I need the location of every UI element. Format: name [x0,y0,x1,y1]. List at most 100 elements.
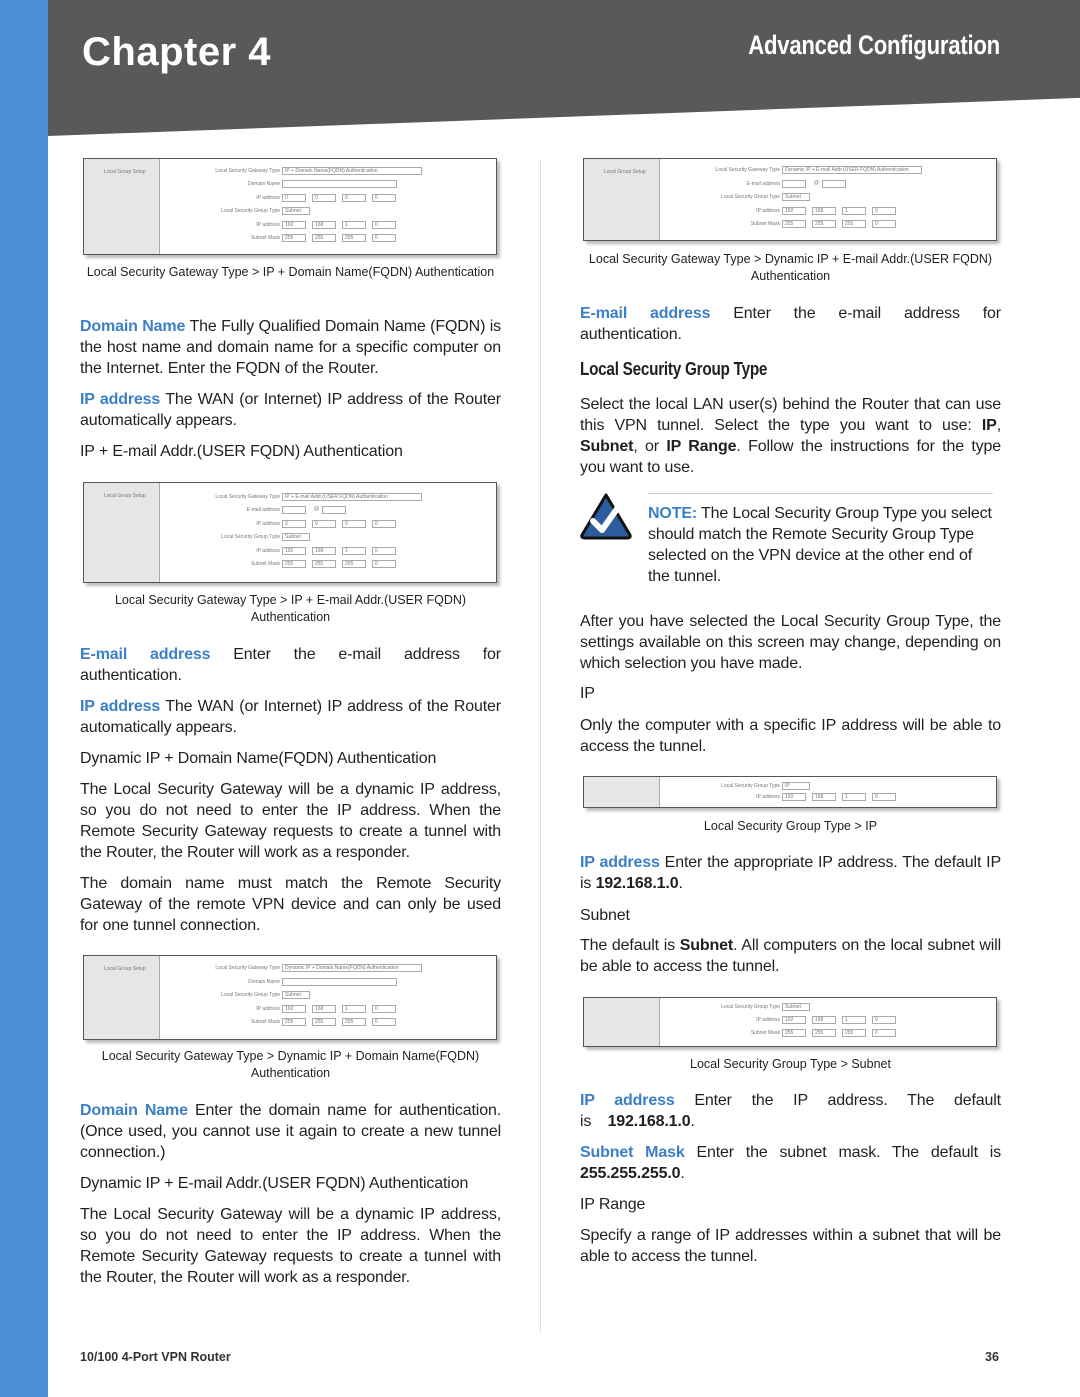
input-field: @ [312,506,320,514]
input-field: 0 [282,519,306,528]
field-label: Subnet Mask [250,1019,280,1026]
screenshot-dynamic-domain-name: Local Group Setup Local Security Gateway … [83,955,497,1040]
paragraph: The Local Security Gateway will be a dyn… [80,1206,501,1286]
input-field: Subnet [782,1002,810,1011]
text: . [680,1165,685,1182]
input-field: 0 [372,234,396,242]
input-field: IP [782,781,810,790]
input-field: 255 [782,220,806,229]
field-label: Domain Name [248,978,280,985]
select-field: IP + Domain Name(FQDN) Authentication [282,166,422,175]
input-field: Subnet [282,991,310,1000]
input-field: 255 [282,1018,306,1027]
text: . [678,875,683,892]
input-field: 1 [842,1015,866,1024]
note-divider [648,493,993,494]
field-label: Subnet Mask [750,221,780,228]
term: IP address [580,1092,675,1109]
paragraph-subnet-mask: Subnet Mask Enter the subnet mask. The d… [580,1142,1001,1184]
input-field: 255 [312,234,336,242]
text: , [996,417,1001,434]
screenshot-form-row: Local Security Gateway Type Dynamic IP + … [162,964,496,973]
input-field: 0 [872,1015,896,1024]
field-label: Local Security Group Type [221,992,280,999]
paragraph-ip-address: IP address Enter the IP address. The def… [580,1090,1001,1132]
input-field: 255 [842,220,866,229]
input-field: 0 [312,519,336,528]
term: Domain Name [80,1102,188,1119]
field-label: IP address [256,547,280,554]
term: IP address [80,698,161,715]
input-field: 0 [372,220,396,229]
text: Select the local LAN user(s) behind the … [580,396,1001,434]
input-field: 192 [782,206,806,215]
checkmark-icon [580,493,632,540]
input-field: 192 [782,1015,806,1024]
field-label: Local Security Group Type [721,782,780,789]
input-field: 0 [372,1018,396,1027]
input-field: 255 [312,1018,336,1027]
paragraph-domain-name: Domain Name Enter the domain name for au… [80,1100,501,1163]
input-field: 255 [812,1029,836,1038]
paragraph-ip-address: IP address The WAN (or Internet) IP addr… [80,389,501,431]
screenshot-form-row: Subnet Mask 255 255 255 0 [662,1029,996,1038]
field-label: Local Security Group Type [221,208,280,214]
input-field: 192 [282,1004,306,1013]
field-label: IP address [756,207,780,214]
input-field: @ [812,179,820,188]
field-label: Local Security Gateway Type [215,493,280,500]
input-field [782,179,806,188]
screenshot-form-row: IP address 192 168 1 0 [662,206,996,215]
input-field: 1 [342,546,366,555]
screenshot-form-row: Local Security Gateway Type IP + E-mail A… [162,492,496,501]
subheading: Dynamic IP + Domain Name(FQDN) Authentic… [80,750,437,767]
subheading: Subnet [580,907,630,924]
default-value: 255.255.255.0 [580,1165,681,1182]
default-value: 192.168.1.0 [607,1113,691,1130]
input-field: 255 [342,560,366,568]
term: IP address [80,391,161,408]
input-field: 0 [342,519,366,528]
screenshot-dynamic-email: Local Group Setup Local Security Gateway … [583,158,997,241]
input-field: 192 [282,546,306,555]
paragraph-ip-address: IP address The WAN (or Internet) IP addr… [80,696,501,738]
input-field: 0 [372,193,396,202]
paragraph: The default is Subnet. All computers on … [580,935,1001,977]
caption: Local Security Group Type > Subnet [690,1057,891,1071]
field-label: IP address [256,520,280,527]
screenshot-form-row: IP address 0 0 0 0 [162,519,496,528]
screenshot-sidebar: Local Group Setup [84,483,160,582]
field-label: IP address [256,221,280,228]
footer-product: 10/100 4-Port VPN Router [80,1350,231,1364]
screenshot-form-row: Local Security Group Type Subnet [662,1002,996,1011]
input-field: 168 [812,1015,836,1024]
field-label: Subnet Mask [750,1030,780,1037]
input-field: Subnet [282,207,310,215]
screenshot-group-ip: Local Security Group Type IP IP address 192… [583,776,997,808]
input-field [282,506,306,514]
field-label: IP address [756,793,780,800]
term: E-mail address [80,646,211,663]
input-field: 1 [342,220,366,229]
field-label: Local Security Gateway Type [215,167,280,174]
term: E-mail address [580,305,711,322]
input-field [282,180,397,188]
input-field [822,179,846,188]
input-field: 0 [342,193,366,202]
text: . [690,1113,695,1130]
screenshot-form-row: Domain Name [162,180,496,189]
subheading: IP Range [580,1196,646,1213]
input-field: 0 [282,193,306,202]
input-field: Subnet [282,533,310,541]
field-label: E-mail address [246,507,280,513]
screenshot-form-row: Domain Name [162,977,496,986]
input-field: 1 [842,792,866,801]
input-field: 168 [812,206,836,215]
field-label: Subnet Mask [250,235,280,241]
input-field: 0 [872,220,896,229]
input-field: 168 [312,1004,336,1013]
input-field: 255 [342,1018,366,1027]
input-field: 192 [782,792,806,801]
paragraph: The domain name must match the Remote Se… [80,875,501,934]
screenshot-ip-email: Local Group Setup Local Security Gateway … [83,482,497,583]
